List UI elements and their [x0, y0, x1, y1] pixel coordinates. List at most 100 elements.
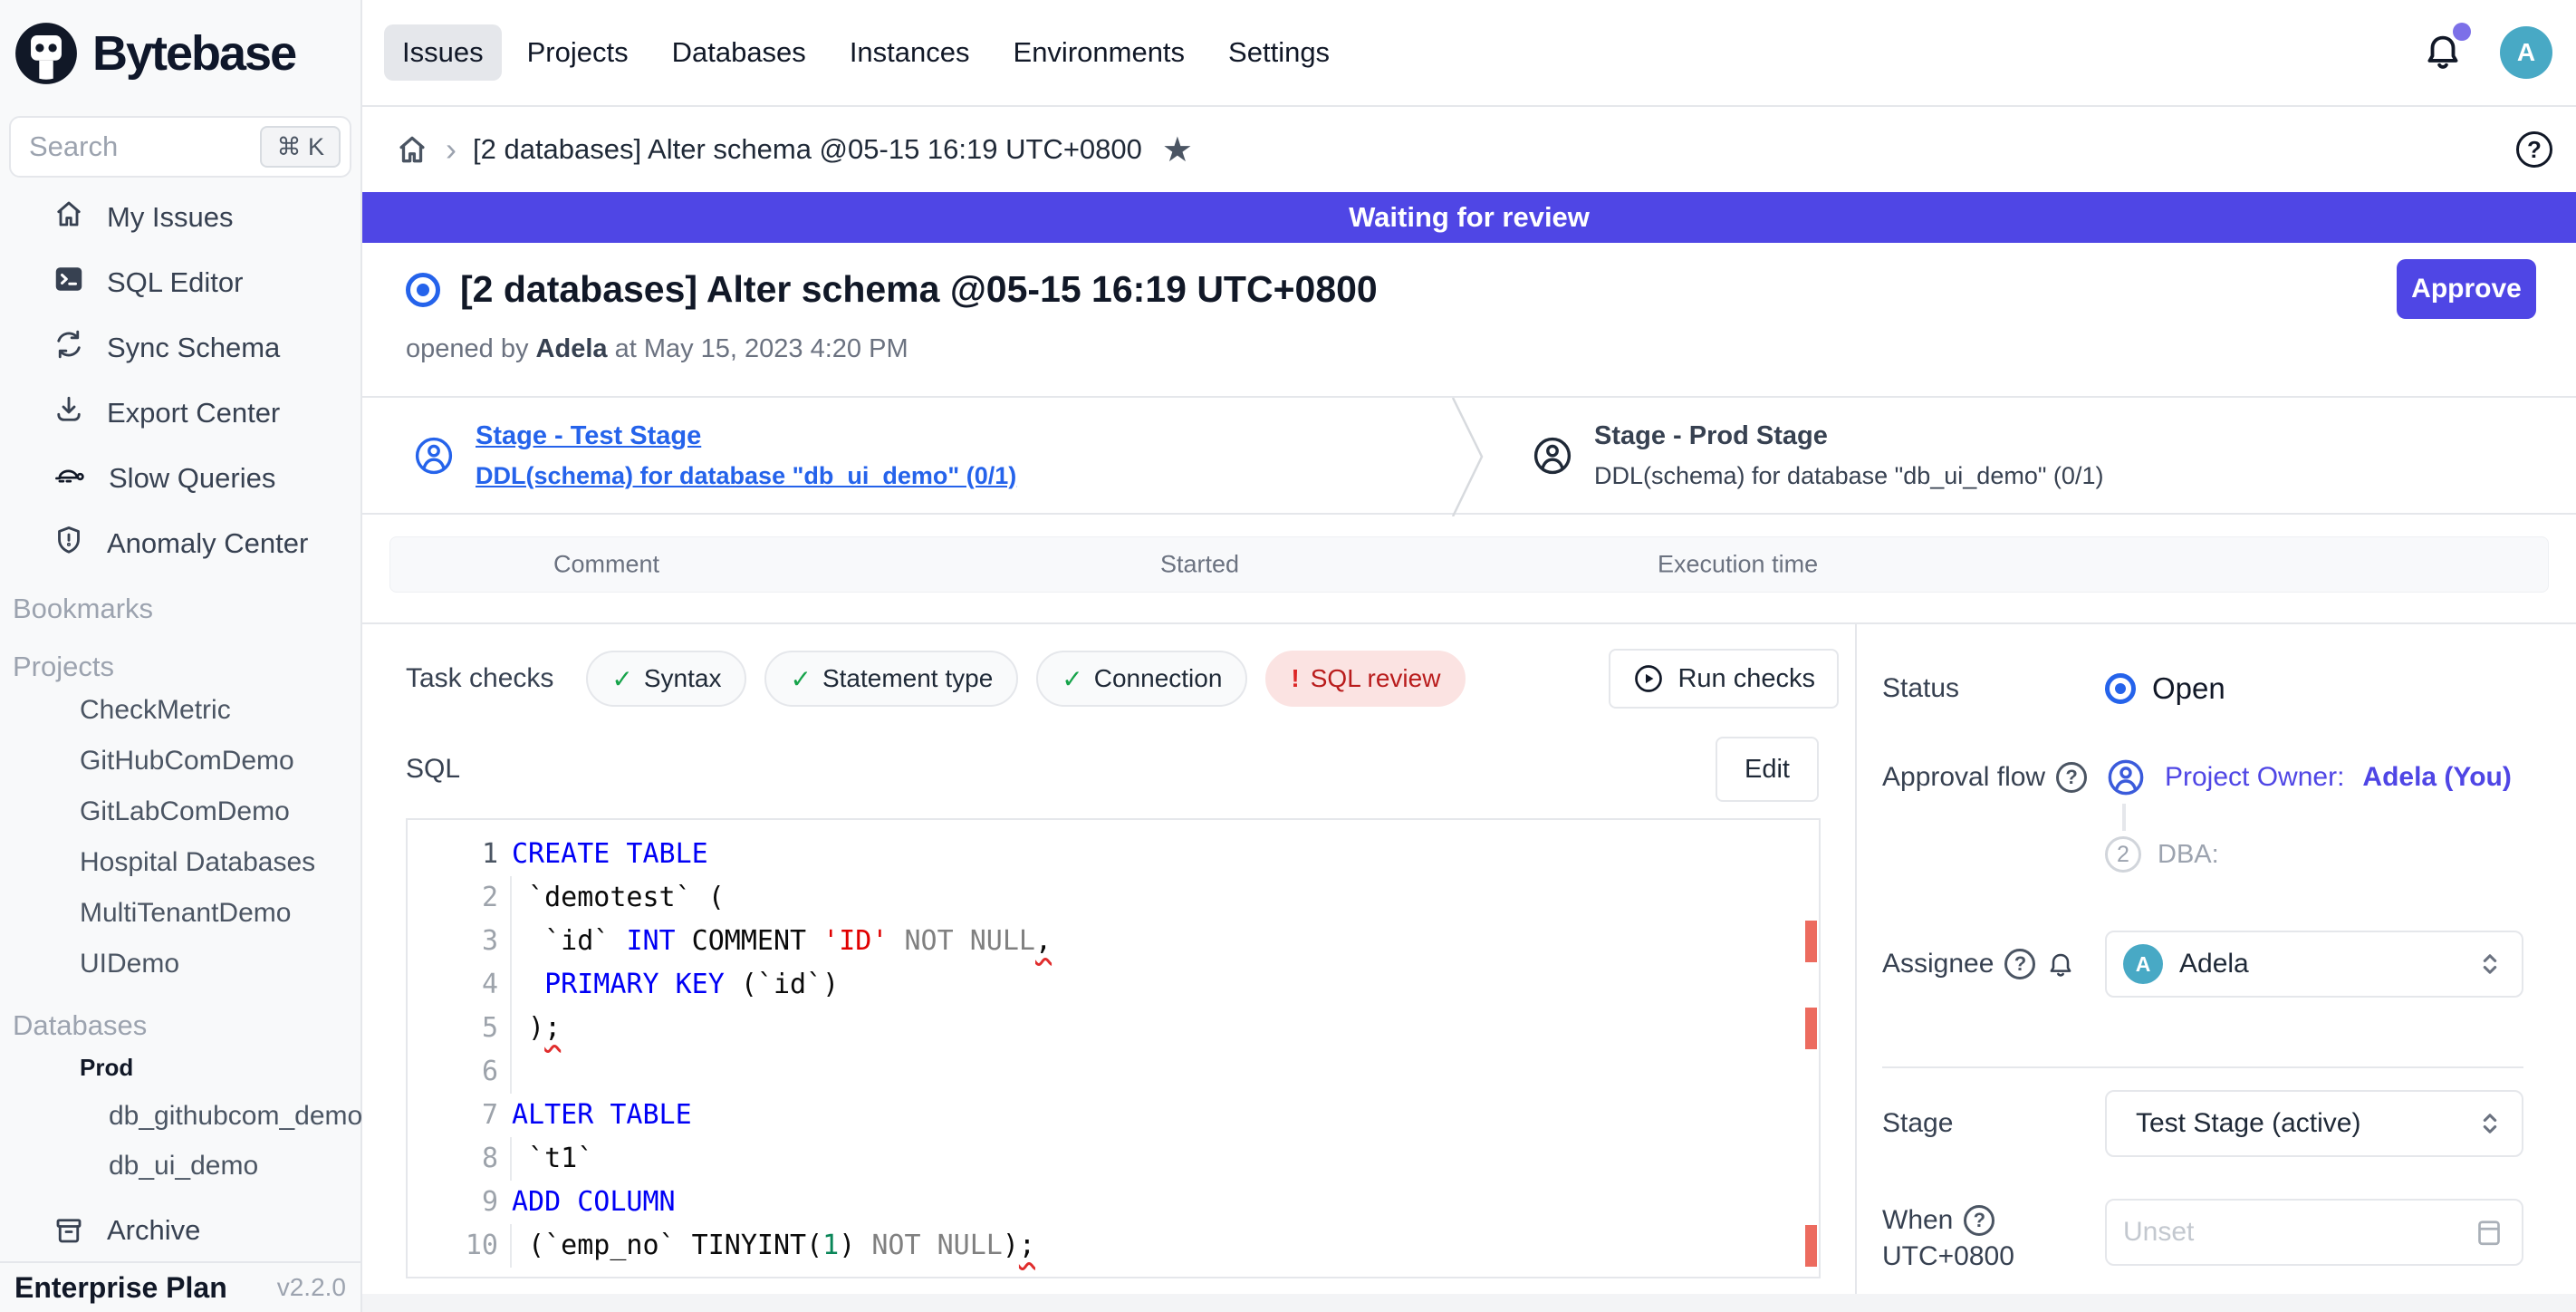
line-number: 5 [408, 1007, 498, 1050]
when-row: When ? UTC+0800 Unset [1882, 1199, 2576, 1275]
sidebar-item-anomaly-center[interactable]: Anomaly Center [0, 511, 360, 576]
code-text: `id` INT COMMENT 'ID' NOT NULL, [512, 920, 1052, 963]
notification-badge-dot [2453, 23, 2471, 41]
sidebar-project-hospital-databases[interactable]: Hospital Databases [0, 837, 360, 888]
issue-header: [2 databases] Alter schema @05-15 16:19 … [362, 243, 2576, 396]
code-token: 'ID' [822, 925, 888, 957]
approval-flow-text: Approval flow [1882, 762, 2045, 793]
tab-instances[interactable]: Instances [831, 24, 988, 81]
task-table-header: Comment Started Execution time [389, 536, 2549, 593]
check-pill-sql-review[interactable]: !SQL review [1265, 651, 1466, 707]
search-input[interactable]: Search ⌘ K [9, 116, 351, 178]
breadcrumb-title: [2 databases] Alter schema @05-15 16:19 … [473, 133, 1142, 166]
bookmark-star-icon[interactable]: ★ [1162, 130, 1193, 170]
sidebar-project-gitlabcomdemo[interactable]: GitLabComDemo [0, 786, 360, 837]
sidebar-item-sql-editor[interactable]: SQL Editor [0, 250, 360, 315]
check-pill-syntax[interactable]: ✓Syntax [586, 651, 746, 707]
code-text: CREATE TABLE [512, 833, 708, 876]
assignee-avatar: A [2123, 944, 2163, 984]
sidebar-database-db_githubcom_demo[interactable]: db_githubcom_demo [0, 1091, 360, 1141]
help-icon[interactable]: ? [2516, 131, 2552, 168]
stage-card-prod[interactable]: Stage - Prod Stage DDL(schema) for datab… [1487, 398, 2103, 513]
tab-issues[interactable]: Issues [384, 24, 502, 81]
code-token: NOT NULL [871, 1230, 1003, 1261]
opened-at-text: at May 15, 2023 4:20 PM [615, 334, 908, 363]
sidebar-database-db_ui_demo[interactable]: db_ui_demo [0, 1141, 360, 1191]
sidebar-item-label: Anomaly Center [107, 527, 308, 560]
code-token: `demotest` ( [512, 882, 725, 913]
check-pass-icon: ✓ [790, 664, 811, 694]
approve-button[interactable]: Approve [2397, 259, 2536, 319]
sidebar-databases-list: db_githubcom_demodb_ui_demo [0, 1091, 360, 1191]
code-line: 3 `id` INT COMMENT 'ID' NOT NULL, [408, 920, 1819, 963]
step-2-role: DBA: [2158, 840, 2219, 870]
home-icon[interactable] [395, 132, 429, 167]
owner-name: Adela (You) [2362, 762, 2511, 793]
tab-databases[interactable]: Databases [654, 24, 824, 81]
tab-projects[interactable]: Projects [509, 24, 647, 81]
issue-author[interactable]: Adela [536, 334, 608, 363]
sidebar-project-checkmetric[interactable]: CheckMetric [0, 685, 360, 736]
issue-open-status-icon [406, 273, 440, 307]
when-date-input[interactable]: Unset [2105, 1199, 2523, 1266]
when-timezone: UTC+0800 [1882, 1241, 2014, 1271]
sidebar-item-export-center[interactable]: Export Center [0, 381, 360, 446]
bytebase-logo-icon [13, 20, 80, 87]
sidebar-item-sync-schema[interactable]: Sync Schema [0, 315, 360, 381]
person-circle-icon [2105, 757, 2147, 798]
next-section-edge [362, 1294, 2576, 1312]
search-placeholder: Search [29, 130, 118, 163]
sidebar-project-uidemo[interactable]: UIDemo [0, 939, 360, 989]
line-number: 2 [408, 876, 498, 920]
run-checks-button[interactable]: Run checks [1609, 649, 1839, 709]
sidebar-project-multitenantdemo[interactable]: MultiTenantDemo [0, 888, 360, 939]
breadcrumb-chevron-icon: › [446, 130, 457, 169]
assignee-select[interactable]: A Adela [2105, 931, 2523, 998]
sidebar-item-slow-queries[interactable]: Slow Queries [0, 446, 360, 511]
code-token: (`id`) [725, 969, 839, 1000]
assignee-label: Assignee ? [1882, 949, 2105, 979]
edit-sql-button[interactable]: Edit [1716, 737, 1819, 802]
stage-name[interactable]: Stage - Test Stage [476, 421, 1016, 451]
check-pass-icon: ✓ [1062, 664, 1082, 694]
code-token: COMMENT [676, 925, 823, 957]
stage-select-label: Stage [1882, 1108, 2105, 1139]
code-token: ; [544, 1012, 561, 1044]
approval-help-icon[interactable]: ? [2056, 762, 2087, 793]
code-line: 5 ); [408, 1007, 1819, 1050]
sidebar-item-archive[interactable]: Archive [0, 1201, 360, 1259]
tab-settings[interactable]: Settings [1210, 24, 1348, 81]
status-value: Open [2105, 671, 2225, 706]
sql-code-editor[interactable]: 1 CREATE TABLE 2 `demotest` ( 3 `id` INT CO… [406, 818, 1821, 1278]
code-line: 7ALTER TABLE [408, 1094, 1819, 1137]
person-circle-icon [1531, 434, 1574, 478]
when-help-icon[interactable]: ? [1964, 1205, 1994, 1236]
code-text: ALTER TABLE [512, 1094, 692, 1137]
sidebar-item-my-issues[interactable]: My Issues [0, 185, 360, 250]
sidebar-project-githubcomdemo[interactable]: GitHubComDemo [0, 736, 360, 786]
stage-select[interactable]: Test Stage (active) [2105, 1090, 2523, 1157]
check-pill-label: SQL review [1311, 664, 1441, 693]
approval-step-connector [2122, 804, 2126, 831]
archive-box-icon [53, 1214, 85, 1247]
code-token: ) [1003, 1230, 1019, 1261]
subscribe-bell-icon[interactable] [2046, 950, 2075, 979]
check-pill-statement-type[interactable]: ✓Statement type [764, 651, 1018, 707]
sidebar-environment-prod: Prod [0, 1044, 360, 1091]
status-row: Status Open [1882, 671, 2576, 706]
code-token: PRIMARY KEY [544, 969, 725, 1000]
column-header-comment: Comment [553, 551, 659, 579]
sidebar-item-label: Sync Schema [107, 332, 280, 364]
check-pill-connection[interactable]: ✓Connection [1036, 651, 1247, 707]
code-token: 1 [822, 1230, 839, 1261]
user-avatar[interactable]: A [2500, 26, 2552, 79]
brand-logo[interactable]: Bytebase [0, 0, 360, 107]
code-text: `t1` [512, 1137, 593, 1181]
approval-step-1[interactable]: Project Owner: Adela (You) [2105, 757, 2512, 798]
tab-environments[interactable]: Environments [995, 24, 1204, 81]
assignee-help-icon[interactable]: ? [2004, 949, 2035, 979]
turtle-icon [53, 458, 87, 499]
stage-task-link[interactable]: DDL(schema) for database "db_ui_demo" (0… [476, 462, 1016, 490]
stage-card-test[interactable]: Stage - Test Stage DDL(schema) for datab… [362, 398, 1449, 513]
notifications-button[interactable] [2422, 30, 2464, 76]
